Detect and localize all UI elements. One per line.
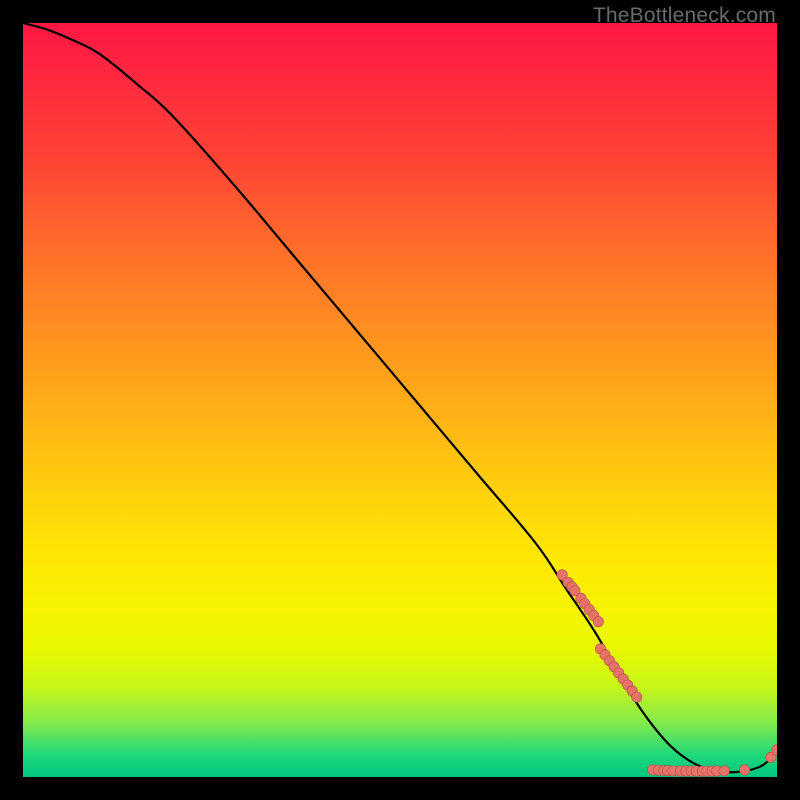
plot-area: [23, 23, 777, 777]
data-point: [593, 616, 603, 626]
data-point: [719, 766, 729, 776]
curve-group: [23, 23, 777, 772]
data-point: [739, 765, 749, 775]
chart-svg: [23, 23, 777, 777]
data-point: [632, 692, 642, 702]
bottleneck-curve: [23, 23, 777, 772]
dots-group: [557, 570, 777, 777]
chart-frame: TheBottleneck.com: [0, 0, 800, 800]
